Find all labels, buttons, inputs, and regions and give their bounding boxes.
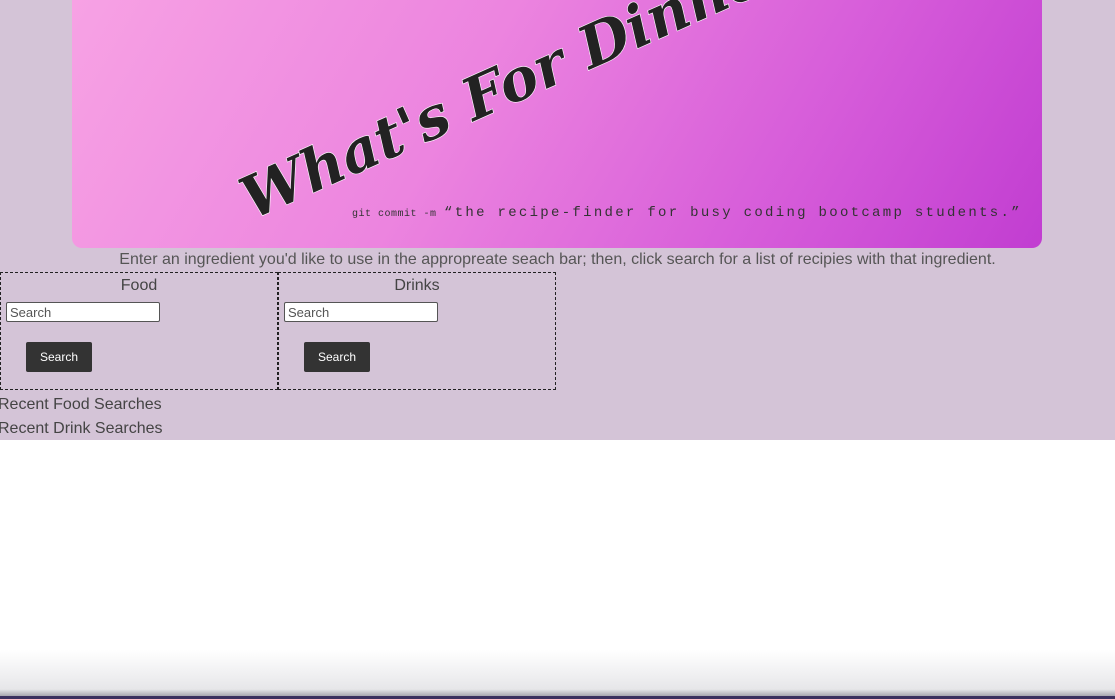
drinks-panel-title: Drinks — [394, 277, 440, 294]
drinks-search-input[interactable] — [284, 302, 438, 322]
drinks-search-panel: Drinks Search — [278, 272, 556, 390]
food-search-button[interactable]: Search — [26, 342, 92, 372]
food-panel-title: Food — [120, 277, 158, 294]
instructions-text: Enter an ingredient you'd like to use in… — [119, 251, 996, 268]
site-title: What's For Dinner? — [229, 0, 832, 233]
bottom-shadow — [0, 650, 1115, 699]
tagline: “the recipe-finder for busy coding bootc… — [444, 205, 1022, 221]
header-banner: What's For Dinner? git commit -m “the re… — [72, 0, 1042, 248]
food-search-input[interactable] — [6, 302, 160, 322]
recent-food-searches-heading: Recent Food Searches — [0, 396, 162, 413]
drinks-search-button[interactable]: Search — [304, 342, 370, 372]
recent-drink-searches-heading: Recent Drink Searches — [0, 420, 163, 437]
food-search-panel: Food Search — [0, 272, 278, 390]
svg-text:What's For Dinner?: What's For Dinner? — [230, 0, 832, 233]
commit-prefix: git commit -m — [352, 209, 437, 220]
